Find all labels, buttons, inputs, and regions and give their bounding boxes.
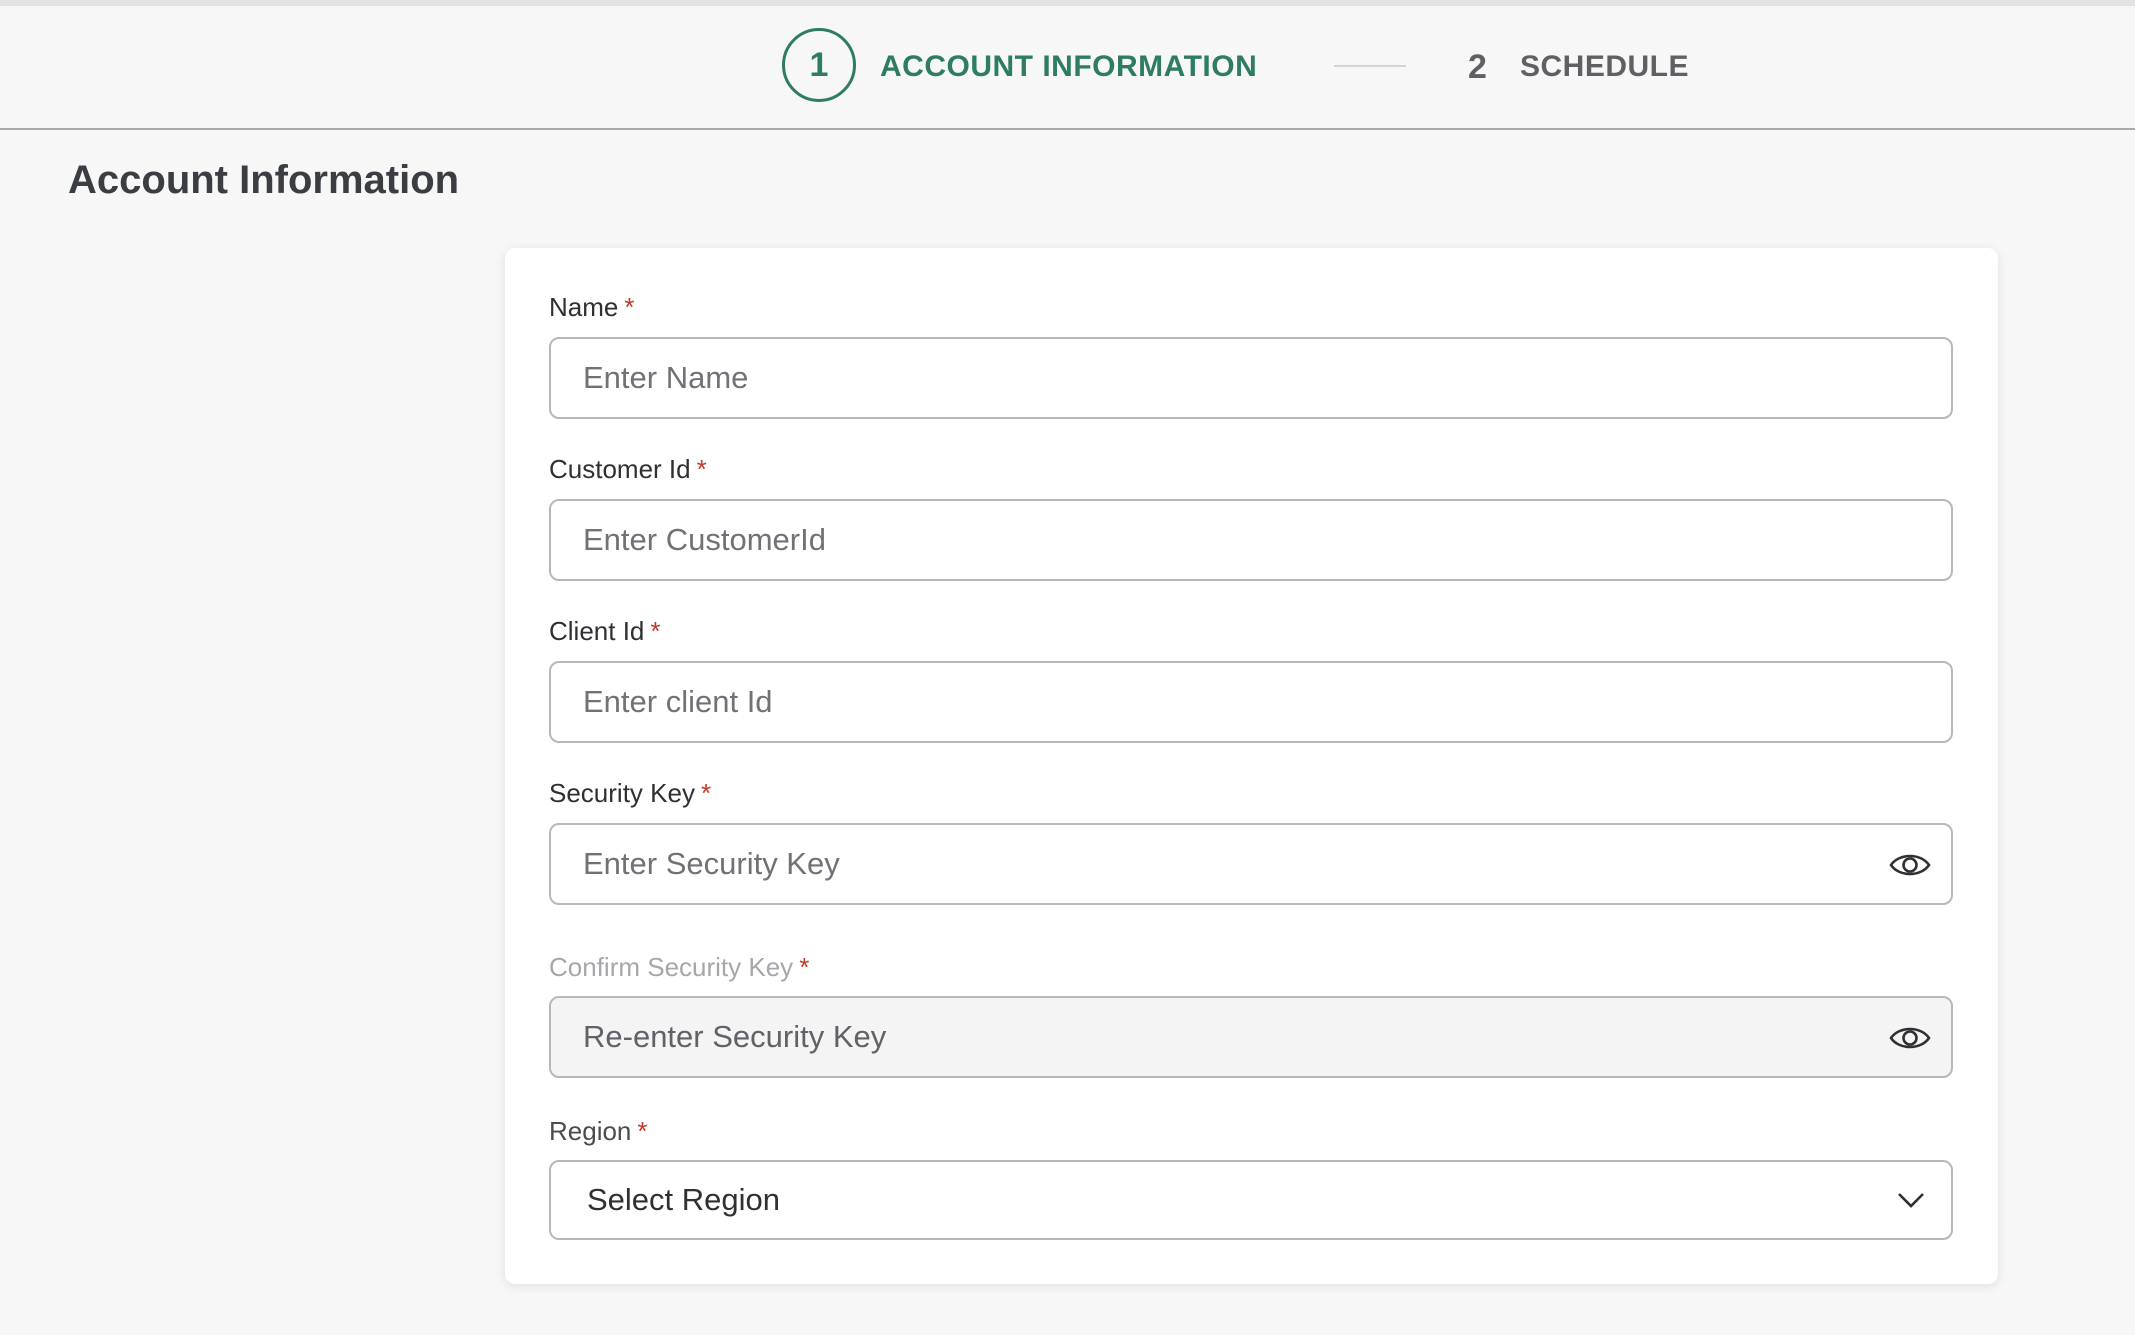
client-id-label-text: Client Id — [549, 616, 645, 646]
required-marker: * — [637, 1116, 648, 1146]
required-marker: * — [700, 778, 712, 808]
stepper: 1 ACCOUNT INFORMATION 2 SCHEDULE — [0, 6, 2135, 130]
confirm-security-key-label-text: Confirm Security Key — [549, 952, 794, 982]
required-marker: * — [650, 616, 661, 646]
name-label: Name * — [549, 292, 634, 323]
customer-id-label: Customer Id * — [549, 454, 707, 485]
security-key-input[interactable] — [549, 823, 1953, 905]
customer-id-label-text: Customer Id — [549, 454, 691, 484]
name-label-text: Name — [549, 292, 619, 322]
region-select-value: Select Region — [587, 1182, 781, 1217]
required-marker: * — [624, 292, 635, 322]
step-2-label[interactable]: SCHEDULE — [1520, 50, 1689, 84]
step-connector — [1334, 65, 1406, 67]
name-input[interactable] — [549, 337, 1953, 419]
eye-icon — [1889, 854, 1931, 876]
show-security-key-toggle[interactable] — [1887, 845, 1933, 885]
confirm-security-key-label: Confirm Security Key * — [549, 952, 809, 983]
eye-icon — [1889, 1027, 1931, 1049]
show-confirm-security-key-toggle[interactable] — [1887, 1018, 1933, 1058]
region-label-text: Region — [549, 1116, 632, 1146]
security-key-label: Security Key * — [549, 778, 711, 809]
region-label: Region * — [549, 1116, 648, 1147]
step-1-label[interactable]: ACCOUNT INFORMATION — [880, 50, 1257, 84]
client-id-input[interactable] — [549, 661, 1953, 743]
region-select[interactable]: Select Region — [549, 1160, 1953, 1240]
security-key-label-text: Security Key — [549, 778, 695, 808]
page-title: Account Information — [68, 158, 460, 202]
account-form-card: Name* Customer Id* Client Id* Security K… — [505, 248, 1998, 1284]
confirm-security-key-input[interactable] — [549, 996, 1953, 1078]
step-1-number[interactable]: 1 — [782, 28, 856, 102]
chevron-down-icon — [1898, 1193, 1924, 1208]
required-marker: * — [799, 952, 810, 982]
step-2-number[interactable]: 2 — [1468, 48, 1487, 87]
client-id-label: Client Id * — [549, 616, 661, 647]
required-marker: * — [696, 454, 707, 484]
customer-id-input[interactable] — [549, 499, 1953, 581]
